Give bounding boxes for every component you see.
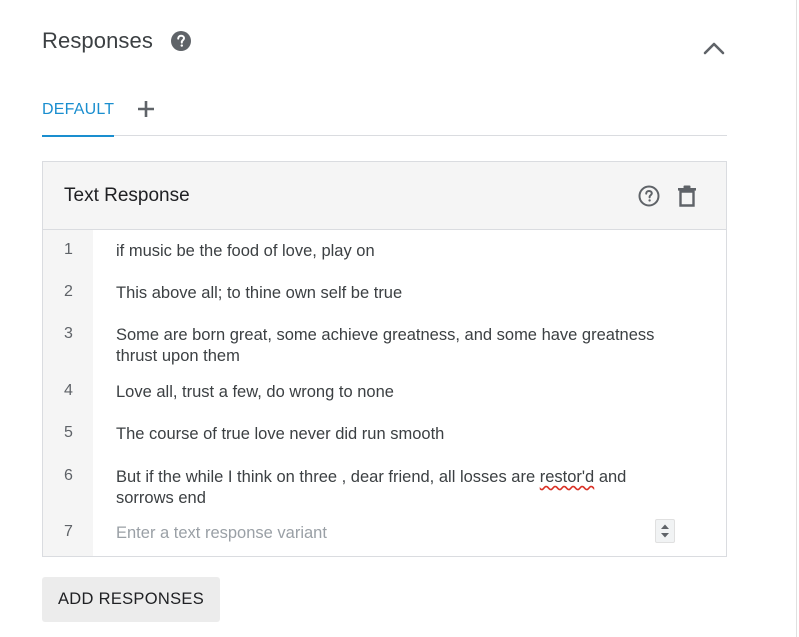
trash-icon[interactable] <box>677 184 697 208</box>
panel-divider <box>796 0 797 637</box>
response-text[interactable]: Love all, trust a few, do wrong to none <box>116 382 686 403</box>
row-number: 5 <box>64 424 73 441</box>
collapse-button[interactable] <box>700 34 728 62</box>
row-number: 6 <box>64 467 73 484</box>
text-response-card: Text Response 1 if music be the food of … <box>42 161 727 557</box>
row-number: 1 <box>64 241 73 258</box>
add-responses-button[interactable]: ADD RESPONSES <box>42 577 220 622</box>
response-text[interactable]: But if the while I think on three , dear… <box>116 467 686 509</box>
row-number: 2 <box>64 283 73 300</box>
card-header: Text Response <box>43 162 726 230</box>
misspelled-word: restor'd <box>539 468 595 486</box>
section-title: Responses <box>42 28 153 53</box>
response-text-part: But if the while I think on three , dear… <box>116 468 540 486</box>
response-tabs: DEFAULT <box>42 94 727 137</box>
help-outline-icon[interactable] <box>638 185 660 207</box>
response-text[interactable]: if music be the food of love, play on <box>116 241 686 262</box>
row-number: 3 <box>64 325 73 342</box>
response-text[interactable]: The course of true love never did run sm… <box>116 424 686 445</box>
responses-header: Responses <box>42 26 191 56</box>
row-number: 7 <box>64 523 73 540</box>
response-variant-input[interactable] <box>116 521 646 545</box>
card-title: Text Response <box>64 185 190 206</box>
response-text[interactable]: This above all; to thine own self be tru… <box>116 283 686 304</box>
add-tab-button[interactable] <box>136 99 156 119</box>
plus-icon <box>138 101 154 117</box>
tab-default[interactable]: DEFAULT <box>42 94 115 137</box>
row-number: 4 <box>64 382 73 399</box>
response-text[interactable]: Some are born great, some achieve greatn… <box>116 325 686 367</box>
help-icon[interactable] <box>170 31 191 51</box>
spinner-arrows-icon[interactable] <box>655 519 675 543</box>
chevron-up-icon <box>703 42 725 55</box>
